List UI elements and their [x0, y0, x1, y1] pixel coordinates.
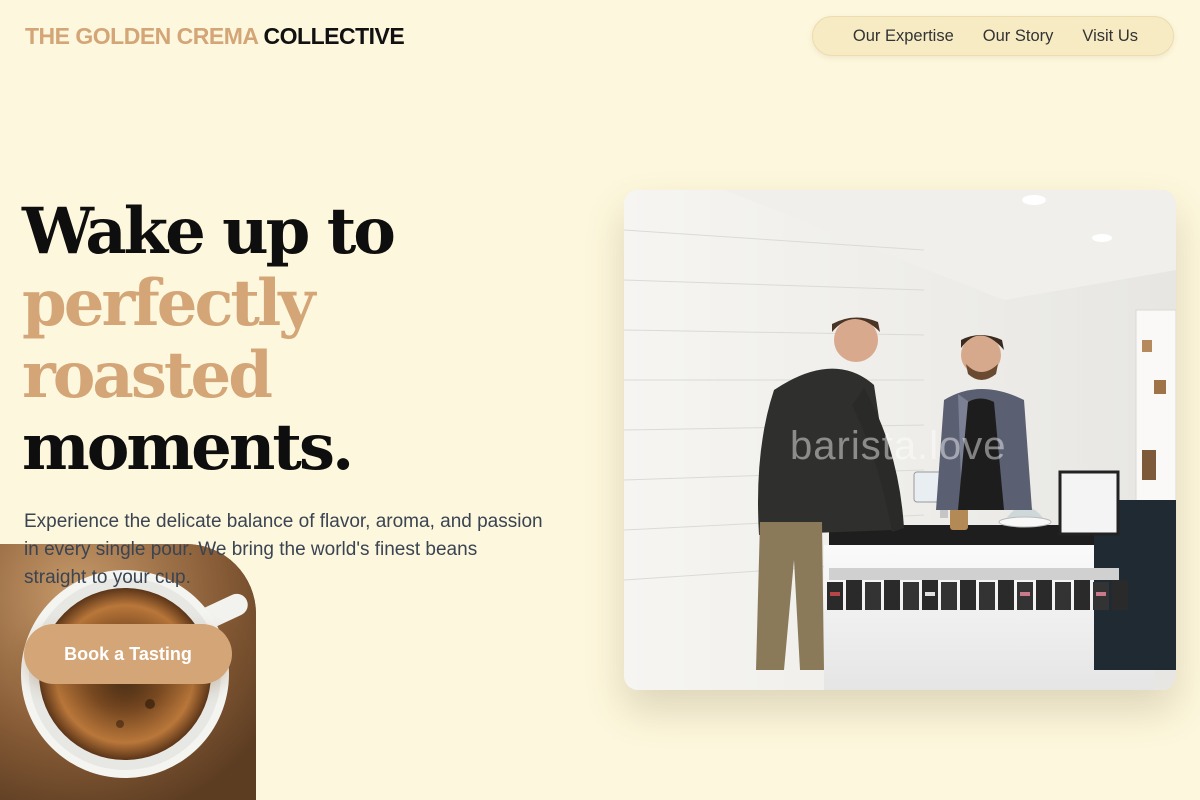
hero-headline: Wake up to perfectly roasted moments.	[22, 194, 396, 485]
brand-name-primary: THE GOLDEN CREMA	[25, 23, 258, 49]
hero-headline-line-1: Wake up to	[22, 194, 396, 269]
book-tasting-button[interactable]: Book a Tasting	[24, 624, 232, 684]
brand-logo[interactable]: THE GOLDEN CREMA COLLECTIVE	[25, 23, 405, 50]
nav-link-our-story[interactable]: Our Story	[983, 27, 1054, 46]
hero-headline-line-3: roasted	[22, 338, 273, 413]
nav-link-our-expertise[interactable]: Our Expertise	[853, 27, 954, 46]
nav-link-visit-us[interactable]: Visit Us	[1082, 27, 1138, 46]
coffee-shop-counter-photo	[624, 190, 1176, 690]
main-nav: Our Expertise Our Story Visit Us	[812, 16, 1174, 56]
coffee-shop-illustration	[624, 190, 1176, 690]
hero-headline-line-4: moments.	[22, 410, 354, 485]
hero-headline-line-2: perfectly	[22, 266, 315, 341]
hero-subtitle: Experience the delicate balance of flavo…	[24, 511, 543, 588]
brand-name-secondary: COLLECTIVE	[263, 23, 405, 49]
